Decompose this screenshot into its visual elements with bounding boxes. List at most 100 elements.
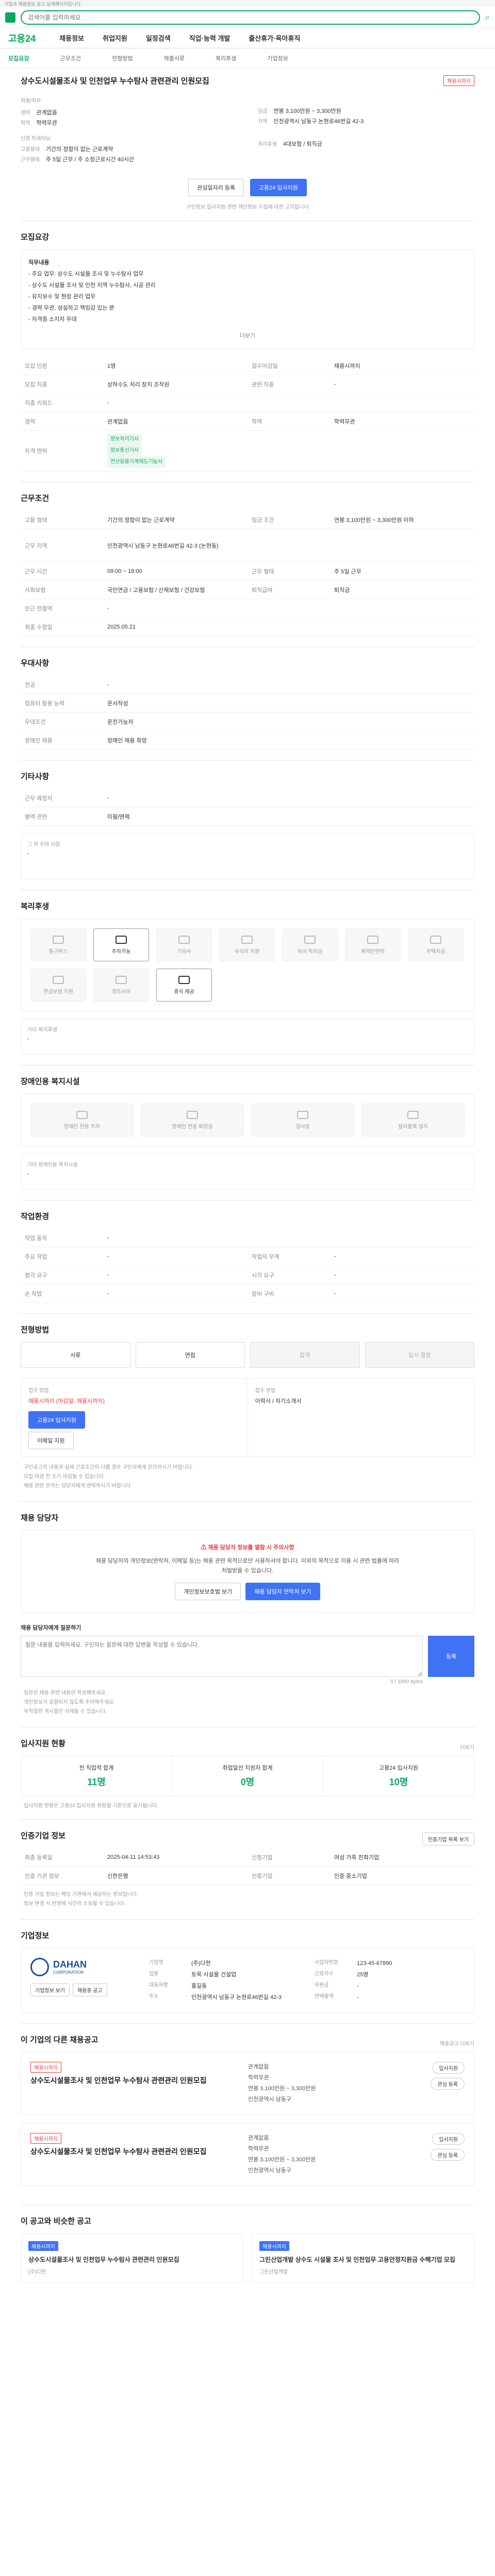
welfare-item-label: 중식 제공: [174, 989, 194, 995]
row-label: 사회보험: [25, 587, 46, 594]
welfare-item: 기숙사: [156, 928, 212, 961]
env-title: 작업환경: [21, 1212, 50, 1221]
info-row: 우대조건 운전가능자: [21, 713, 474, 731]
corp-field-value: -: [357, 1994, 359, 2001]
welfare-item: 자녀 학자금: [282, 928, 338, 961]
nav-item-training[interactable]: 직업·능력 개발: [189, 33, 230, 43]
tab-welfare[interactable]: 복리후생: [216, 54, 236, 62]
disability-item-label: 장애인 전용 주차: [64, 1124, 100, 1130]
job-card-title[interactable]: 상수도시설물조사 및 인천업무 누수탐사 관련관리 인원모집: [30, 2147, 238, 2157]
nav-item-leave[interactable]: 출산휴가·육아휴직: [249, 33, 300, 43]
job-card-scrap-button[interactable]: 관심 등록: [431, 2078, 465, 2090]
welfare-icon: [53, 935, 64, 944]
privacy-law-button[interactable]: 개인정보보호법 보기: [175, 1583, 241, 1601]
similar-title-text[interactable]: 그린산업개발 상수도 시설물 조사 및 인천업무 고용안정지원금 수혜기업 모집: [259, 2255, 467, 2264]
disability-item-label: 경사로: [295, 1124, 310, 1130]
emp-type-label: 고용형태: [21, 147, 40, 152]
row-value: -: [334, 1290, 336, 1297]
recruit-section: 모집요강 직무내용 - 주요 업무: 상수도 시설물 조사 및 누수탐사 업무 …: [21, 221, 474, 482]
job-card[interactable]: 채용시까지 상수도시설물조사 및 인천업무 누수탐사 관련관리 인원모집 관계없음…: [21, 2123, 474, 2186]
question-submit-button[interactable]: 등록: [428, 1636, 474, 1677]
welfare-item: 경조사비: [93, 969, 149, 1002]
welfare-item: 중식 제공: [156, 969, 212, 1002]
job-card-title[interactable]: 상수도시설물조사 및 인천업무 누수탐사 관련관리 인원모집: [30, 2076, 238, 2086]
row-label: 손 작업: [25, 1291, 42, 1297]
similar-card[interactable]: 채용시까지 상수도시설물조사 및 인천업무 누수탐사 관련관리 인원모집 (주)…: [21, 2233, 243, 2283]
license-row: 자격 면허 정보처리기사 정보통신기사 전산응용기계제도기능사: [21, 431, 474, 471]
disability-item: 장애인 전용 주차: [30, 1104, 134, 1137]
row-label: 시각 요구: [252, 1272, 274, 1279]
disability-item: 장애인 전용 화장실: [141, 1104, 244, 1137]
row-value: -: [107, 1253, 109, 1260]
view-contact-button[interactable]: 채용 담당자 연락처 보기: [245, 1583, 320, 1601]
welfare-item-label: 통근버스: [48, 948, 68, 955]
job-header: 상수도시설물조사 및 인천업무 누수탐사 관련관리 인원모집 채용시까지 직종/…: [21, 68, 474, 221]
info-row: 청각 요구 - 시각 요구 -: [21, 1266, 474, 1284]
row-label: 근무 예정지: [25, 795, 53, 802]
row-value: 신한은행: [107, 1873, 128, 1879]
pay-label: 임금: [258, 109, 268, 114]
search-icon[interactable]: ⌕: [485, 13, 490, 22]
method-apply-button[interactable]: 고용24 입사지원: [28, 1411, 86, 1429]
tab-work[interactable]: 근무조건: [60, 54, 80, 62]
stat-label: 취업알선 지원자 합계: [222, 1765, 273, 1772]
job-card-scrap-button[interactable]: 관심 등록: [431, 2148, 465, 2161]
screening-step: 입사 결정: [365, 1342, 474, 1368]
job-card-edu: 학력무관: [248, 2075, 269, 2081]
license-tag: 전산응용기계제도기능사: [107, 456, 166, 468]
row-value: 연봉 3,100만원 ~ 3,300만원 이하: [334, 517, 414, 523]
search-input[interactable]: [21, 10, 481, 25]
nav-item-jobs[interactable]: 채용정보: [59, 33, 84, 43]
apply-button[interactable]: 고용24 입사지원: [250, 179, 307, 196]
similar-title-text[interactable]: 상수도시설물조사 및 인천업무 누수탐사 관련관리 인원모집: [28, 2255, 236, 2264]
row-label: 퇴직급여: [252, 587, 273, 594]
info-row: 경력 관계없음 학력 학력무관: [21, 412, 474, 431]
cert-list-button[interactable]: 인증기업 목록 보기: [422, 1833, 474, 1846]
corp-info-button[interactable]: 기업정보 보기: [30, 1984, 70, 1997]
search-bar: ⌕: [0, 7, 495, 28]
welfare-item-label: 연금보험 지원: [43, 989, 73, 995]
row-value: 미필/면제: [107, 814, 130, 820]
similar-badge: 채용시까지: [259, 2241, 289, 2251]
job-card-career: 관계없음: [248, 2064, 269, 2071]
more-button[interactable]: 더보기: [28, 330, 467, 342]
job-card[interactable]: 채용시까지 상수도시설물조사 및 인천업무 누수탐사 관련관리 인원모집 관계없음…: [21, 2052, 474, 2115]
tab-docs[interactable]: 제출서류: [163, 54, 184, 62]
duty-line: - 유지보수 및 현장 관리 업무: [28, 294, 96, 300]
question-textarea[interactable]: [21, 1636, 423, 1677]
tab-recruit[interactable]: 모집요강: [8, 54, 29, 62]
row-value: 장애인 채용 희망: [107, 737, 147, 744]
job-card-apply-button[interactable]: 입사지원: [432, 2132, 465, 2145]
page-title: 상수도시설물조사 및 인천업무 누수탐사 관련관리 인원모집: [21, 77, 209, 86]
similar-badge: 채용시까지: [28, 2241, 58, 2251]
cert-note: · 정보 변경 시 반영에 시간이 소요될 수 있습니다.: [21, 1901, 126, 1907]
brand-logo[interactable]: 고용24: [8, 31, 36, 45]
row-value: 여성 가족 친화기업: [334, 1854, 380, 1861]
stats-note: · 입사지원 현황은 고용24 입사지원 현황을 기준으로 표시됩니다.: [21, 1803, 158, 1809]
corp-jobs-button[interactable]: 채용중 공고: [72, 1984, 107, 1997]
info-row: 손 작업 - 장비 구비 -: [21, 1284, 474, 1303]
stats-more-link[interactable]: 더보기: [460, 1743, 474, 1751]
job-card-apply-button[interactable]: 입사지원: [432, 2062, 465, 2074]
row-label: 관련 직종: [252, 381, 274, 388]
row-value: 상하수도 처리 장치 조작원: [107, 381, 170, 388]
nav-item-schedule[interactable]: 일정검색: [146, 33, 171, 43]
tab-company[interactable]: 기업정보: [267, 54, 288, 62]
other-jobs-more-link[interactable]: 채용공고 더보기: [440, 2039, 474, 2047]
scrap-button[interactable]: 관심일자리 등록: [188, 179, 244, 196]
similar-card[interactable]: 채용시까지 그린산업개발 상수도 시설물 조사 및 인천업무 고용안정지원금 수…: [252, 2233, 474, 2283]
work-section: 근무조건 고용 형태 기간의 정함이 없는 근로계약 임금 조건 연봉 3,100만원…: [21, 482, 474, 647]
info-row: 모집 인원 1명 접수마감일 채용시까지: [21, 357, 474, 375]
stat-box: 전 직업적 합계 11명: [21, 1756, 172, 1795]
row-value: -: [334, 1272, 336, 1278]
etc-title: 기타사항: [21, 772, 50, 781]
tab-screening[interactable]: 전형방법: [112, 54, 133, 62]
corp-field-label: 사업자번호: [315, 1960, 338, 1966]
deadline-badge: 채용시까지: [443, 75, 474, 86]
row-label: 모집 인원: [25, 363, 47, 369]
row-value: 09:00 ~ 18:00: [107, 568, 142, 574]
method-email-button[interactable]: 이메일 지원: [28, 1432, 74, 1449]
welfare-icon: [241, 935, 253, 944]
row-value: -: [334, 381, 336, 387]
nav-item-support[interactable]: 취업지원: [103, 33, 127, 43]
